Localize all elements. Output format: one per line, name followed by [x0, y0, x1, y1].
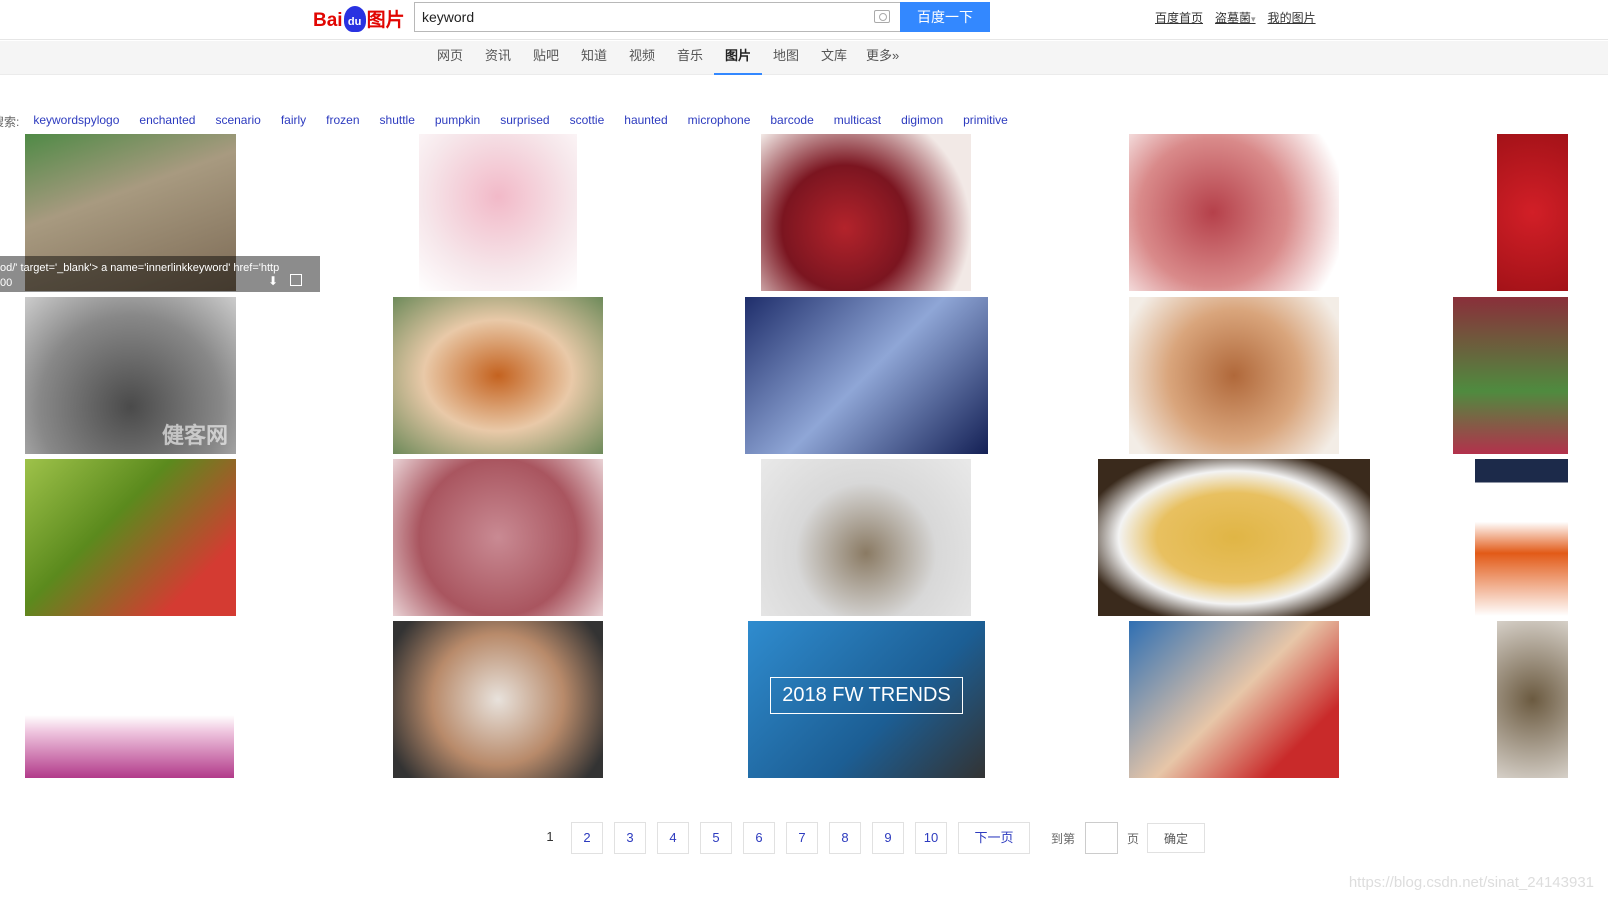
nav-bar: 网页 资讯 贴吧 知道 视频 音乐 图片 地图 文库 更多»: [0, 41, 1608, 75]
image-result[interactable]: 健客网: [25, 297, 236, 454]
related-keyword-link[interactable]: frozen: [326, 113, 359, 130]
image-result[interactable]: [393, 297, 603, 454]
related-keyword-link[interactable]: microphone: [688, 113, 751, 130]
zoom-icon[interactable]: [290, 274, 302, 286]
page-link[interactable]: 8: [829, 822, 861, 854]
image-result[interactable]: [393, 459, 603, 616]
image-size-text: 00: [0, 277, 13, 289]
top-bar: Baidu图片 百度一下 百度首页盗墓菌▾ 我的图片: [0, 0, 1608, 40]
related-keyword-link[interactable]: multicast: [834, 113, 881, 130]
image-result[interactable]: [745, 297, 988, 454]
image-result[interactable]: [1129, 297, 1339, 454]
related-keyword-link[interactable]: scottie: [570, 113, 605, 130]
nav-tab[interactable]: 网页: [426, 41, 474, 75]
page-link[interactable]: 5: [700, 822, 732, 854]
camera-icon[interactable]: [874, 10, 890, 23]
image-result[interactable]: [761, 459, 971, 616]
top-link[interactable]: 我的图片: [1268, 9, 1316, 26]
related-keyword-link[interactable]: haunted: [624, 113, 667, 130]
search-box: [414, 2, 900, 32]
nav-tab[interactable]: 资讯: [474, 41, 522, 75]
page-link[interactable]: 2: [571, 822, 603, 854]
confirm-page-button[interactable]: 确定: [1147, 823, 1206, 853]
page-link[interactable]: 9: [872, 822, 904, 854]
image-result[interactable]: [1475, 459, 1568, 616]
image-result[interactable]: [1098, 459, 1370, 616]
related-keyword-link[interactable]: shuttle: [380, 113, 415, 130]
related-keyword-link[interactable]: primitive: [963, 113, 1008, 130]
image-result[interactable]: [25, 459, 236, 616]
related-keyword-link[interactable]: surprised: [500, 113, 549, 130]
page-link[interactable]: 3: [614, 822, 646, 854]
related-keyword-link[interactable]: barcode: [770, 113, 813, 130]
search-button[interactable]: 百度一下: [900, 2, 990, 32]
related-searches: 搜索: keywordspylogo enchanted scenario fairl…: [0, 113, 1028, 130]
nav-tab[interactable]: 音乐: [666, 41, 714, 75]
image-result[interactable]: 2018 FW TRENDS: [748, 621, 985, 778]
page-link[interactable]: 10: [915, 822, 947, 854]
image-result[interactable]: [25, 621, 234, 778]
current-page: 1: [546, 829, 554, 844]
download-icon[interactable]: ⬇: [268, 274, 280, 288]
related-keyword-link[interactable]: pumpkin: [435, 113, 480, 130]
related-keyword-link[interactable]: digimon: [901, 113, 943, 130]
page-number-input[interactable]: [1085, 822, 1119, 854]
baidu-image-logo[interactable]: Bai du 图片: [313, 0, 405, 32]
pagination: 1 2 3 4 5 6 7 8 9 10 下一页 到第 页确定: [540, 822, 1206, 854]
related-keyword-link[interactable]: enchanted: [139, 113, 195, 130]
page-link[interactable]: 4: [657, 822, 689, 854]
next-page-button[interactable]: 下一页: [958, 822, 1030, 854]
nav-tab[interactable]: 地图: [762, 41, 810, 75]
goto-label: 到第: [1051, 831, 1076, 846]
top-link[interactable]: 百度首页: [1155, 9, 1203, 26]
image-hover-text: od/' target='_blank'> a name='innerlinkk…: [0, 262, 280, 274]
image-caption: 2018 FW TRENDS: [770, 677, 963, 714]
nav-tab[interactable]: 更多»: [858, 41, 907, 75]
search-input[interactable]: [415, 3, 855, 31]
image-hover-overlay: od/' target='_blank'> a name='innerlinkk…: [0, 256, 320, 292]
page-link[interactable]: 7: [786, 822, 818, 854]
image-result[interactable]: [1497, 621, 1568, 778]
watermark: https://blog.csdn.net/sinat_24143931: [1348, 874, 1594, 891]
nav-tab[interactable]: 知道: [570, 41, 618, 75]
related-keyword-link[interactable]: scenario: [215, 113, 260, 130]
top-links: 百度首页 盗墓菌▾ 我的图片: [1155, 9, 1316, 26]
page-unit-label: 页: [1127, 831, 1140, 846]
image-result[interactable]: [1129, 134, 1339, 291]
related-keyword-link[interactable]: fairly: [281, 113, 306, 130]
related-keyword-link[interactable]: keywordspylogo: [33, 113, 119, 130]
image-result[interactable]: [393, 621, 603, 778]
image-result[interactable]: [1497, 134, 1568, 291]
image-watermark: 健客网: [161, 423, 228, 448]
nav-tab[interactable]: 文库: [810, 41, 858, 75]
image-result[interactable]: [419, 134, 577, 291]
nav-tab[interactable]: 贴吧: [522, 41, 570, 75]
image-result[interactable]: [1129, 621, 1339, 778]
nav-tab[interactable]: 视频: [618, 41, 666, 75]
related-label: 搜索:: [0, 115, 20, 129]
nav-tab[interactable]: 图片: [714, 41, 762, 75]
top-link[interactable]: 盗墓菌▾: [1215, 9, 1256, 26]
dropdown-caret-icon[interactable]: ▾: [1251, 14, 1256, 24]
page-link[interactable]: 6: [743, 822, 775, 854]
image-result[interactable]: [1453, 297, 1568, 454]
image-result[interactable]: [761, 134, 971, 291]
